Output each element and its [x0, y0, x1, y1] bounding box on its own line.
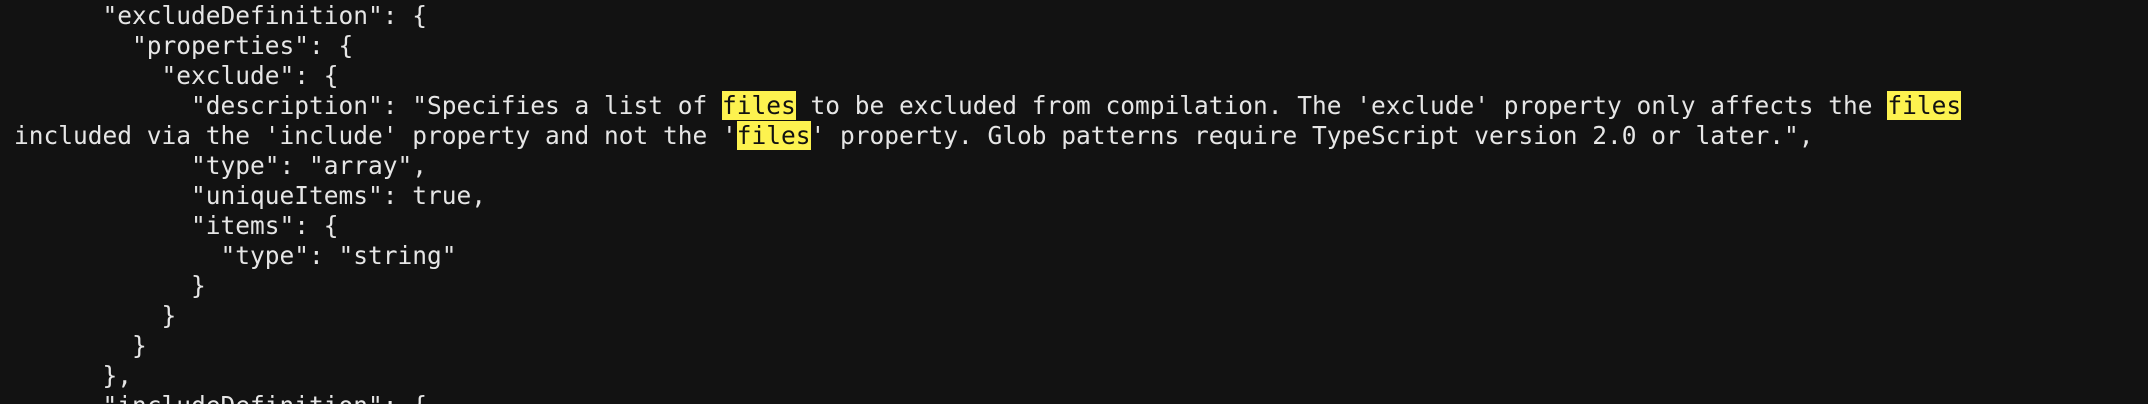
code-text: } — [14, 301, 177, 330]
code-line: } — [14, 331, 2148, 361]
code-text: "description": "Specifies a list of — [14, 91, 723, 120]
code-text: "type": "array", — [14, 151, 428, 180]
code-text: } — [14, 331, 147, 360]
code-line: }, — [14, 361, 2148, 391]
code-text: to be excluded from compilation. The 'ex… — [795, 91, 1888, 120]
code-text: included via the 'include' property and … — [14, 121, 737, 150]
code-line: "includeDefinition": { — [14, 391, 2148, 404]
code-text: ' property. Glob patterns require TypeSc… — [810, 121, 1814, 150]
code-text: "excludeDefinition": { — [14, 1, 428, 30]
code-text: }, — [14, 361, 133, 390]
code-line: } — [14, 301, 2148, 331]
code-text: "items": { — [14, 211, 339, 240]
code-text: "uniqueItems": true, — [14, 181, 487, 210]
search-match-highlight: files — [722, 91, 796, 120]
code-line: "properties": { — [14, 31, 2148, 61]
search-match-highlight: files — [1887, 91, 1962, 120]
json-text-viewer: "excludeDefinition": { "properties": { "… — [0, 0, 2148, 404]
code-text: "type": "string" — [14, 241, 457, 270]
code-text: "exclude": { — [14, 61, 339, 90]
code-line: "items": { — [14, 211, 2148, 241]
code-line: included via the 'include' property and … — [14, 121, 2148, 151]
code-text: } — [14, 271, 206, 300]
code-line: "type": "string" — [14, 241, 2148, 271]
code-line: "type": "array", — [14, 151, 2148, 181]
code-line: "description": "Specifies a list of file… — [14, 91, 2148, 121]
code-line: } — [14, 271, 2148, 301]
code-line: "excludeDefinition": { — [14, 1, 2148, 31]
search-match-highlight: files — [736, 121, 811, 150]
code-line: "uniqueItems": true, — [14, 181, 2148, 211]
code-text: "properties": { — [14, 31, 354, 60]
code-line: "exclude": { — [14, 61, 2148, 91]
json-source-code: "excludeDefinition": { "properties": { "… — [0, 0, 2148, 404]
code-text: "includeDefinition": { — [14, 391, 428, 404]
